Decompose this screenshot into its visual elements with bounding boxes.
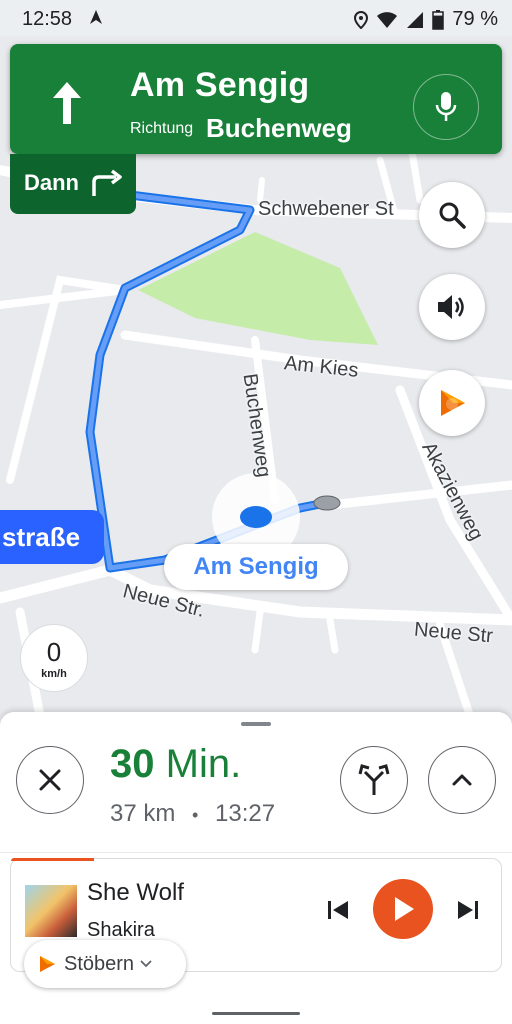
play-icon — [395, 897, 414, 921]
alternate-routes-button[interactable] — [340, 746, 408, 814]
speed-value: 0 — [46, 637, 62, 667]
play-button[interactable] — [373, 879, 433, 939]
microphone-icon — [435, 92, 457, 121]
toward-prefix: Richtung — [130, 120, 194, 137]
browse-label: Stöbern — [64, 952, 135, 975]
speedometer: 0 km/h — [20, 624, 88, 692]
destination-label[interactable]: Am Sengig — [164, 544, 348, 590]
status-time: 12:58 — [22, 8, 73, 30]
sheet-divider — [0, 852, 512, 853]
album-art — [25, 885, 77, 937]
eta-duration: 30 Min. — [110, 742, 241, 787]
wifi-icon — [377, 11, 398, 28]
current-street-label: straße — [0, 510, 104, 564]
status-bar: 12:58 79 % — [0, 0, 512, 36]
gesture-navigation-bar[interactable] — [212, 1012, 300, 1015]
expand-sheet-button[interactable] — [428, 746, 496, 814]
navigation-status-icon — [90, 10, 102, 24]
previous-track-icon[interactable] — [323, 895, 353, 925]
sheet-drag-handle[interactable] — [241, 722, 271, 726]
battery-icon — [432, 9, 445, 30]
toward-street: Buchenweg — [206, 113, 352, 143]
next-turn-banner[interactable]: Am Sengig Richtung Buchenweg — [10, 44, 502, 154]
arrival-time: 13:27 — [215, 800, 276, 827]
music-app-button[interactable] — [419, 370, 485, 436]
current-location-dot — [240, 506, 272, 528]
status-right-group: 79 % — [354, 8, 498, 31]
then-label: Dann — [24, 170, 79, 195]
eta-value: 30 — [110, 742, 155, 786]
trip-distance: 37 km — [110, 800, 176, 827]
straight-arrow-icon — [53, 82, 81, 124]
exit-navigation-button[interactable] — [16, 746, 84, 814]
signal-icon — [407, 11, 424, 28]
browse-media-button[interactable]: Stöbern — [24, 940, 186, 988]
speed-unit: km/h — [41, 668, 67, 680]
destination-marker — [313, 495, 341, 511]
location-icon — [354, 10, 369, 29]
google-play-music-icon — [441, 390, 465, 416]
turn-right-icon — [92, 169, 122, 196]
fork-route-icon — [358, 764, 390, 795]
next-street-name: Am Sengig — [130, 66, 310, 104]
eta-unit: Min. — [165, 742, 242, 786]
close-icon — [39, 769, 61, 791]
trip-summary: 37 km • 13:27 — [110, 800, 275, 828]
chevron-up-icon — [452, 774, 472, 786]
then-turn-card[interactable]: Dann — [10, 154, 136, 214]
chevron-down-icon — [140, 960, 152, 968]
next-track-icon[interactable] — [453, 895, 483, 925]
voice-input-button[interactable] — [413, 74, 479, 140]
media-progress-bar — [11, 858, 95, 861]
google-play-music-icon — [40, 956, 55, 972]
trip-separator: • — [192, 805, 199, 825]
sound-button[interactable] — [419, 274, 485, 340]
street-label-schwebener: Schwebener St — [258, 198, 394, 220]
artist-name: Shakira — [87, 919, 155, 941]
search-icon — [439, 202, 466, 229]
battery-percent: 79 % — [452, 8, 498, 30]
search-button[interactable] — [419, 182, 485, 248]
volume-icon — [438, 295, 464, 319]
song-title: She Wolf — [87, 879, 184, 906]
